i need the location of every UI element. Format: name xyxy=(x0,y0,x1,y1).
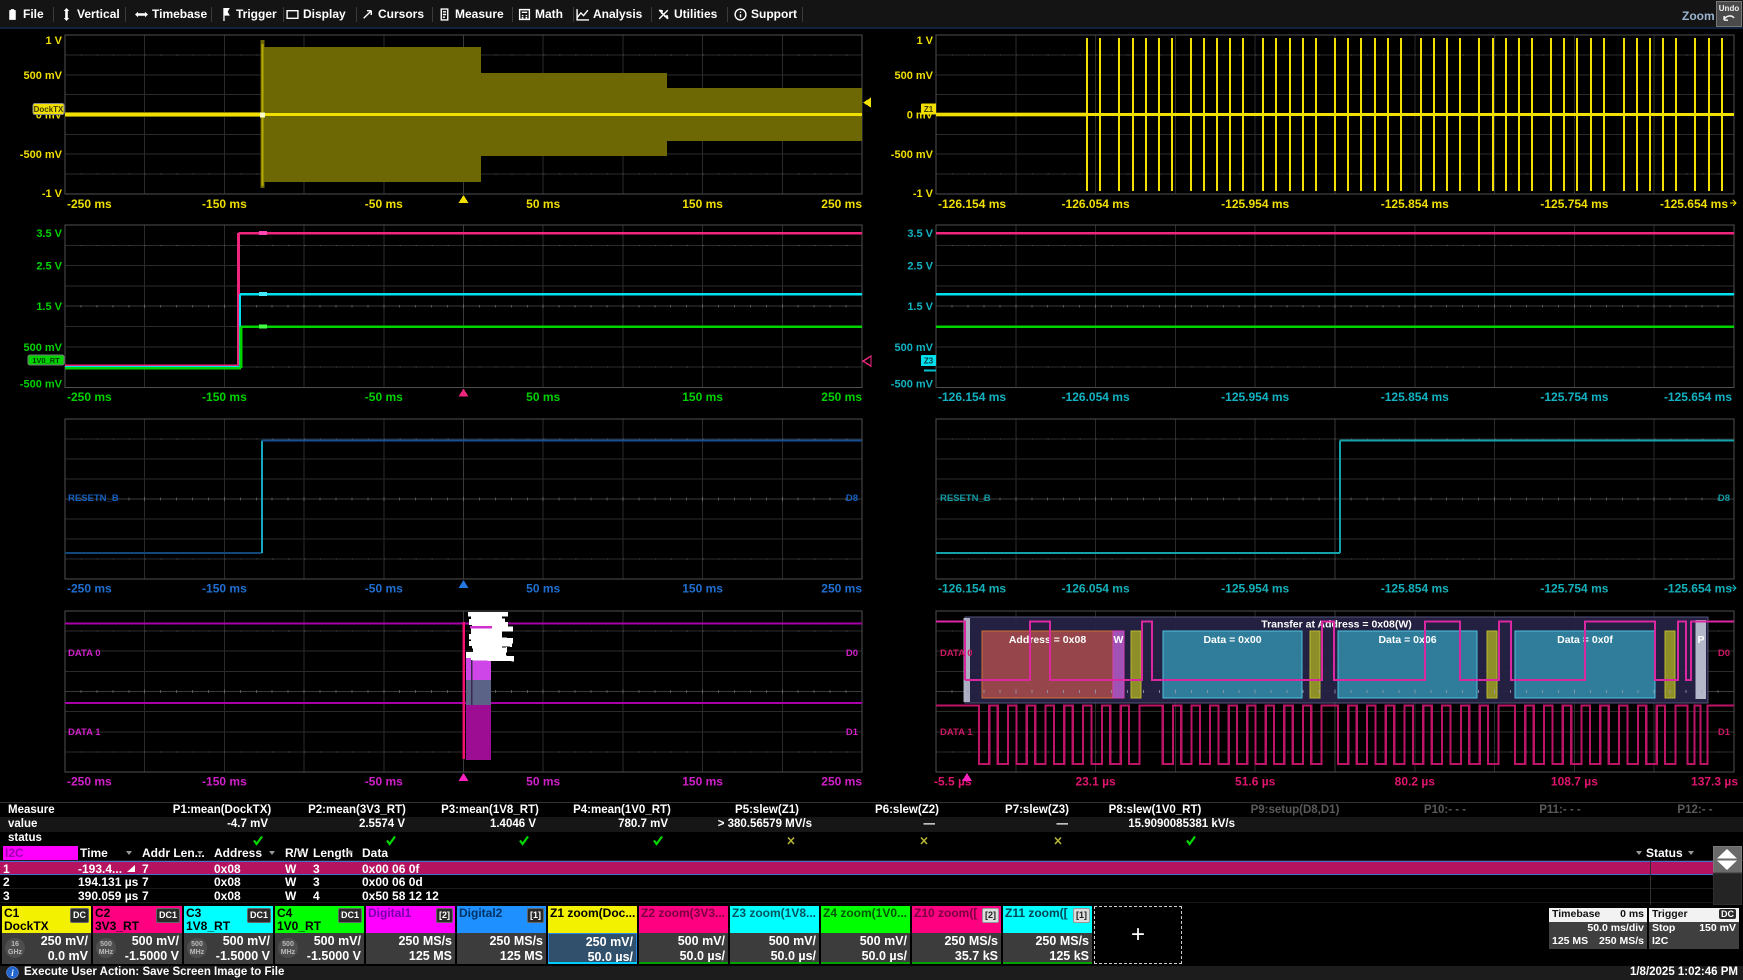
svg-text:-150 ms: -150 ms xyxy=(202,775,247,789)
svg-text:-50 ms: -50 ms xyxy=(365,197,403,211)
svg-text:D8: D8 xyxy=(1718,493,1730,504)
svg-text:D8: D8 xyxy=(846,493,858,504)
svg-text:Data = 0x06: Data = 0x06 xyxy=(1378,634,1436,646)
svg-text:500 mV: 500 mV xyxy=(23,342,62,354)
svg-text:-150 ms: -150 ms xyxy=(202,390,247,404)
svg-text:1 V: 1 V xyxy=(916,35,933,47)
svg-text:-50 ms: -50 ms xyxy=(365,775,403,789)
svg-text:50 ms: 50 ms xyxy=(526,390,560,404)
svg-text:-125.654 ms: -125.654 ms xyxy=(1660,197,1728,211)
svg-text:150 ms: 150 ms xyxy=(682,197,723,211)
svg-text:150 ms: 150 ms xyxy=(682,582,723,596)
svg-text:Transfer at Address = 0x08(W): Transfer at Address = 0x08(W) xyxy=(1261,619,1411,631)
svg-text:-250 ms: -250 ms xyxy=(67,390,112,404)
svg-text:-500 mV: -500 mV xyxy=(20,379,63,391)
svg-text:1V0_RT: 1V0_RT xyxy=(32,356,60,365)
svg-text:50 ms: 50 ms xyxy=(526,582,560,596)
svg-text:3.5 V: 3.5 V xyxy=(36,228,62,240)
svg-text:DATA 1: DATA 1 xyxy=(68,727,101,738)
svg-text:1.5 V: 1.5 V xyxy=(36,301,62,313)
svg-text:-125.854 ms: -125.854 ms xyxy=(1381,390,1449,404)
svg-text:DATA 0: DATA 0 xyxy=(68,648,101,659)
svg-text:D0: D0 xyxy=(846,648,858,659)
svg-text:-150 ms: -150 ms xyxy=(202,582,247,596)
svg-text:500 mV: 500 mV xyxy=(894,70,933,82)
svg-text:-50 ms: -50 ms xyxy=(365,390,403,404)
svg-text:-125.954 ms: -125.954 ms xyxy=(1221,197,1289,211)
svg-text:-126.054 ms: -126.054 ms xyxy=(1062,197,1130,211)
svg-text:-126.154 ms: -126.154 ms xyxy=(938,390,1006,404)
svg-text:D1: D1 xyxy=(1718,727,1731,738)
svg-text:1.5 V: 1.5 V xyxy=(907,301,933,313)
svg-text:-125.754 ms: -125.754 ms xyxy=(1540,197,1608,211)
svg-text:500 mV: 500 mV xyxy=(23,70,62,82)
svg-text:D0: D0 xyxy=(1718,648,1730,659)
svg-text:-126.154 ms: -126.154 ms xyxy=(938,582,1006,596)
svg-text:3.5 V: 3.5 V xyxy=(907,228,933,240)
svg-text:-150 ms: -150 ms xyxy=(202,197,247,211)
svg-text:2.5 V: 2.5 V xyxy=(36,261,62,273)
svg-text:250 ms: 250 ms xyxy=(821,197,862,211)
svg-text:-250 ms: -250 ms xyxy=(67,775,112,789)
svg-text:Address = 0x08: Address = 0x08 xyxy=(1009,634,1087,646)
svg-text:150 ms: 150 ms xyxy=(682,390,723,404)
svg-text:-125.754 ms: -125.754 ms xyxy=(1540,390,1608,404)
svg-text:137.3 µs: 137.3 µs xyxy=(1691,775,1738,789)
svg-text:-125.954 ms: -125.954 ms xyxy=(1221,582,1289,596)
svg-text:Z3: Z3 xyxy=(924,357,934,366)
svg-text:250 ms: 250 ms xyxy=(821,390,862,404)
svg-text:2.5 V: 2.5 V xyxy=(907,261,933,273)
svg-text:DockTX: DockTX xyxy=(34,105,64,114)
svg-text:RESETN_B: RESETN_B xyxy=(68,493,119,504)
svg-text:-250 ms: -250 ms xyxy=(67,197,112,211)
svg-text:DATA 0: DATA 0 xyxy=(940,648,973,659)
svg-text:Z1: Z1 xyxy=(924,105,934,114)
svg-text:1 V: 1 V xyxy=(45,35,62,47)
svg-text:-50 ms: -50 ms xyxy=(365,582,403,596)
svg-text:-125.654 ms: -125.654 ms xyxy=(1664,390,1732,404)
svg-text:-500 mV: -500 mV xyxy=(20,149,63,161)
svg-text:RESETN_B: RESETN_B xyxy=(940,493,991,504)
svg-text:150 ms: 150 ms xyxy=(682,775,723,789)
svg-text:-125.754 ms: -125.754 ms xyxy=(1540,582,1608,596)
svg-text:50 ms: 50 ms xyxy=(526,197,560,211)
svg-text:108.7 µs: 108.7 µs xyxy=(1551,775,1598,789)
svg-text:-126.154 ms: -126.154 ms xyxy=(938,197,1006,211)
svg-text:-125.654 ms: -125.654 ms xyxy=(1664,582,1732,596)
svg-text:500 mV: 500 mV xyxy=(894,342,933,354)
svg-text:-126.054 ms: -126.054 ms xyxy=(1062,390,1130,404)
svg-text:-500 mV: -500 mV xyxy=(891,379,934,391)
svg-text:-250 ms: -250 ms xyxy=(67,582,112,596)
svg-text:23.1 µs: 23.1 µs xyxy=(1075,775,1116,789)
svg-text:Data = 0x00: Data = 0x00 xyxy=(1203,634,1261,646)
svg-text:50 ms: 50 ms xyxy=(526,775,560,789)
svg-text:-125.954 ms: -125.954 ms xyxy=(1221,390,1289,404)
svg-text:-126.054 ms: -126.054 ms xyxy=(1062,582,1130,596)
svg-text:W: W xyxy=(1114,634,1124,646)
svg-text:250 ms: 250 ms xyxy=(821,775,862,789)
svg-text:-125.854 ms: -125.854 ms xyxy=(1381,582,1449,596)
svg-text:DATA 1: DATA 1 xyxy=(940,727,973,738)
svg-text:-500 mV: -500 mV xyxy=(891,149,934,161)
svg-text:-1 V: -1 V xyxy=(42,188,63,200)
svg-text:D1: D1 xyxy=(846,727,859,738)
svg-text:-1 V: -1 V xyxy=(913,188,934,200)
svg-text:51.6 µs: 51.6 µs xyxy=(1235,775,1276,789)
svg-text:250 ms: 250 ms xyxy=(821,582,862,596)
svg-text:P: P xyxy=(1697,634,1704,646)
svg-text:80.2 µs: 80.2 µs xyxy=(1395,775,1436,789)
svg-text:-125.854 ms: -125.854 ms xyxy=(1381,197,1449,211)
